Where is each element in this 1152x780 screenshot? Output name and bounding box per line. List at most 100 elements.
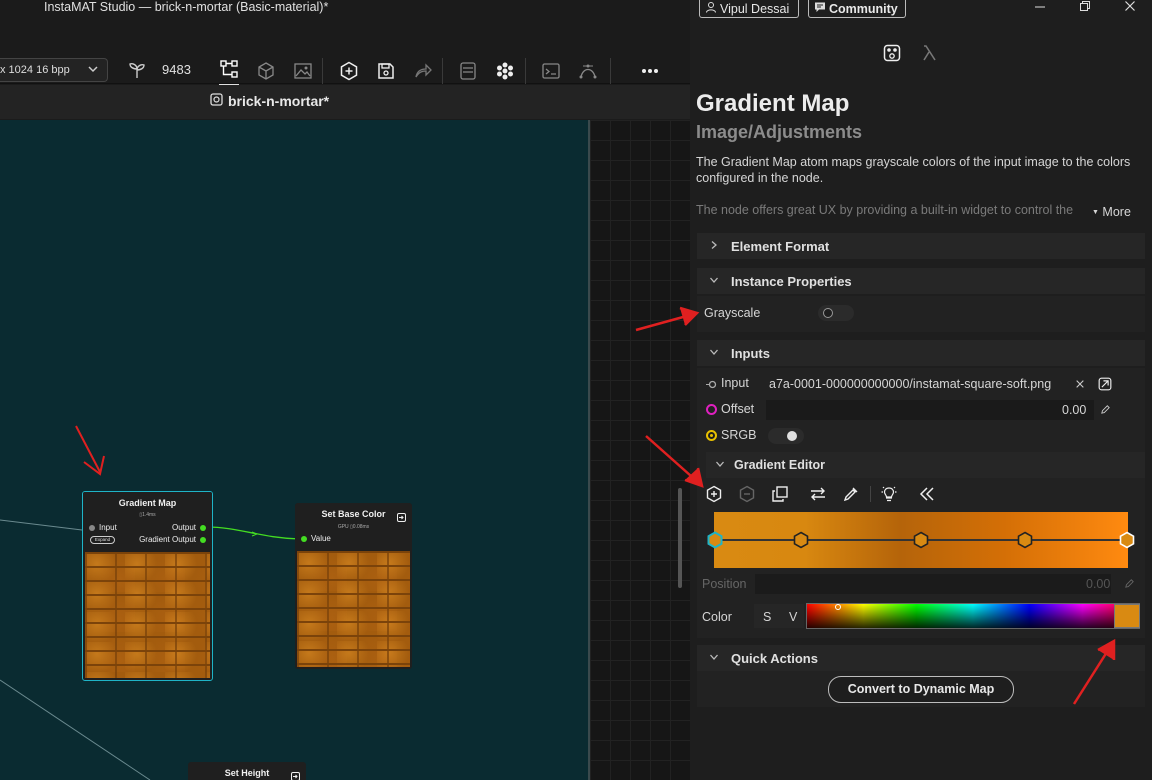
- collapse-double-chevron-icon[interactable]: [916, 483, 938, 505]
- caret-down-icon: ▼: [1092, 209, 1099, 216]
- remove-stop-icon[interactable]: [736, 483, 758, 505]
- link-resource-icon[interactable]: [1094, 373, 1116, 395]
- graph-view-icon[interactable]: [218, 58, 240, 80]
- more-label: More: [1102, 205, 1131, 219]
- resolution-select[interactable]: x 1024 16 bpp: [0, 58, 108, 82]
- minimize-icon[interactable]: [1030, 0, 1050, 18]
- input-label: Input: [721, 376, 749, 390]
- duplicate-stop-icon[interactable]: [769, 483, 791, 505]
- toolbar-separator: [322, 58, 323, 84]
- section-title: Gradient Editor: [734, 458, 825, 472]
- node-timing: ▯1.4ms: [139, 512, 156, 518]
- edit-pencil-icon[interactable]: [1118, 572, 1140, 594]
- save-icon[interactable]: [375, 60, 397, 82]
- reverse-gradient-icon[interactable]: [807, 483, 829, 505]
- section-inputs[interactable]: Inputs: [697, 340, 1145, 366]
- more-options-icon[interactable]: [639, 60, 661, 82]
- seed-value[interactable]: 9483: [162, 62, 191, 77]
- section-gradient-editor[interactable]: Gradient Editor: [706, 452, 1145, 478]
- srgb-socket-icon: [706, 430, 717, 441]
- expand-button[interactable]: Expand: [90, 536, 115, 544]
- offset-value[interactable]: 0.00: [1062, 403, 1086, 417]
- toolbar-separator: [442, 58, 443, 84]
- material-icon: [210, 93, 223, 109]
- community-label: Community: [829, 1, 898, 16]
- chevron-right-icon: [697, 240, 731, 253]
- connection-wires: [0, 519, 301, 780]
- clear-input-icon[interactable]: [1069, 373, 1091, 395]
- 2d-view-icon[interactable]: [292, 60, 314, 82]
- lightbulb-icon[interactable]: [878, 483, 900, 505]
- panel-description-more: The node offers great UX by providing a …: [696, 203, 1074, 217]
- selected-color-swatch[interactable]: [1114, 604, 1140, 628]
- gradient-map-node[interactable]: Gradient Map ▯1.4ms Input Output Gradien…: [82, 491, 213, 681]
- color-picker-cursor[interactable]: [835, 604, 841, 610]
- panel-description: The Gradient Map atom maps grayscale col…: [696, 155, 1131, 185]
- node-properties-tab-icon[interactable]: [881, 42, 903, 64]
- offset-field[interactable]: [766, 400, 1094, 420]
- node-title: Set Height: [224, 768, 270, 778]
- secondary-viewport[interactable]: [590, 120, 690, 780]
- add-stop-icon[interactable]: [703, 483, 725, 505]
- close-icon[interactable]: [1120, 0, 1140, 18]
- canvas-scrollbar[interactable]: [678, 488, 682, 588]
- node-timing: GPU ▯0.08ms: [337, 524, 370, 530]
- graph-tab[interactable]: brick-n-mortar*: [210, 93, 329, 109]
- srgb-toggle[interactable]: [768, 428, 804, 444]
- input-port-label: Input: [99, 523, 117, 532]
- community-button[interactable]: Community: [808, 0, 906, 18]
- section-title: Element Format: [731, 238, 830, 254]
- position-value[interactable]: 0.00: [1086, 577, 1110, 591]
- 3d-view-icon[interactable]: [255, 60, 277, 82]
- main-toolbar: x 1024 16 bpp 9483: [0, 18, 690, 86]
- lambda-tab-icon[interactable]: [918, 42, 940, 64]
- value-button[interactable]: V: [789, 610, 797, 624]
- gradient-stop-handle[interactable]: [706, 531, 724, 549]
- atoms-icon[interactable]: [494, 60, 516, 82]
- gradient-stops-layer: [707, 531, 1135, 549]
- chevron-down-icon: [697, 275, 731, 288]
- output-port[interactable]: [200, 525, 206, 531]
- output-node-icon: [397, 510, 406, 525]
- section-title: Instance Properties: [731, 273, 852, 289]
- section-title: Quick Actions: [731, 650, 818, 666]
- edit-pencil-icon[interactable]: [1094, 398, 1116, 420]
- eyedropper-icon[interactable]: [840, 483, 862, 505]
- gradient-stop-handle[interactable]: [1118, 531, 1136, 549]
- set-base-color-node[interactable]: Set Base Color GPU ▯0.08ms Value: [295, 503, 412, 669]
- gradient-stop-handle[interactable]: [1016, 531, 1034, 549]
- library-icon[interactable]: [457, 60, 479, 82]
- offset-label: Offset: [721, 402, 755, 416]
- resolution-label: x 1024 16 bpp: [0, 64, 70, 76]
- convert-to-dynamic-map-button[interactable]: Convert to Dynamic Map: [828, 676, 1014, 703]
- node-graph-canvas[interactable]: Gradient Map ▯1.4ms Input Output Gradien…: [0, 120, 590, 780]
- share-icon[interactable]: [412, 60, 434, 82]
- toggle-knob: [787, 431, 797, 441]
- hue-color-picker[interactable]: [806, 603, 1140, 629]
- restore-icon[interactable]: [1075, 0, 1095, 18]
- gradient-output-port-label: Gradient Output: [139, 535, 196, 544]
- value-port[interactable]: [301, 536, 307, 542]
- section-element-format[interactable]: Element Format: [697, 233, 1145, 259]
- seed-icon[interactable]: [126, 59, 148, 81]
- user-icon: [705, 1, 717, 16]
- section-quick-actions[interactable]: Quick Actions: [697, 645, 1145, 671]
- gradient-stop-handle[interactable]: [912, 531, 930, 549]
- more-link[interactable]: ▼ More: [1092, 205, 1131, 219]
- add-node-icon[interactable]: [338, 60, 360, 82]
- gradient-output-port[interactable]: [200, 537, 206, 543]
- section-instance-properties[interactable]: Instance Properties: [697, 268, 1145, 294]
- curve-icon[interactable]: [577, 60, 599, 82]
- input-port[interactable]: [89, 525, 95, 531]
- app-title: InstaMAT Studio — brick-n-mortar (Basic-…: [44, 0, 329, 14]
- user-account-button[interactable]: Vipul Dessai: [699, 0, 799, 18]
- set-height-node[interactable]: Set Height: [188, 762, 306, 780]
- chat-icon: [814, 1, 826, 16]
- properties-panel: Vipul Dessai Community Gradient Map Imag…: [690, 0, 1152, 780]
- terminal-icon[interactable]: [540, 60, 562, 82]
- grayscale-toggle[interactable]: [818, 305, 854, 321]
- position-field[interactable]: [755, 574, 1111, 594]
- gradient-stop-handle[interactable]: [792, 531, 810, 549]
- input-file-value[interactable]: a7a-0001-000000000000/instamat-square-so…: [769, 377, 1067, 391]
- saturation-button[interactable]: S: [763, 610, 771, 624]
